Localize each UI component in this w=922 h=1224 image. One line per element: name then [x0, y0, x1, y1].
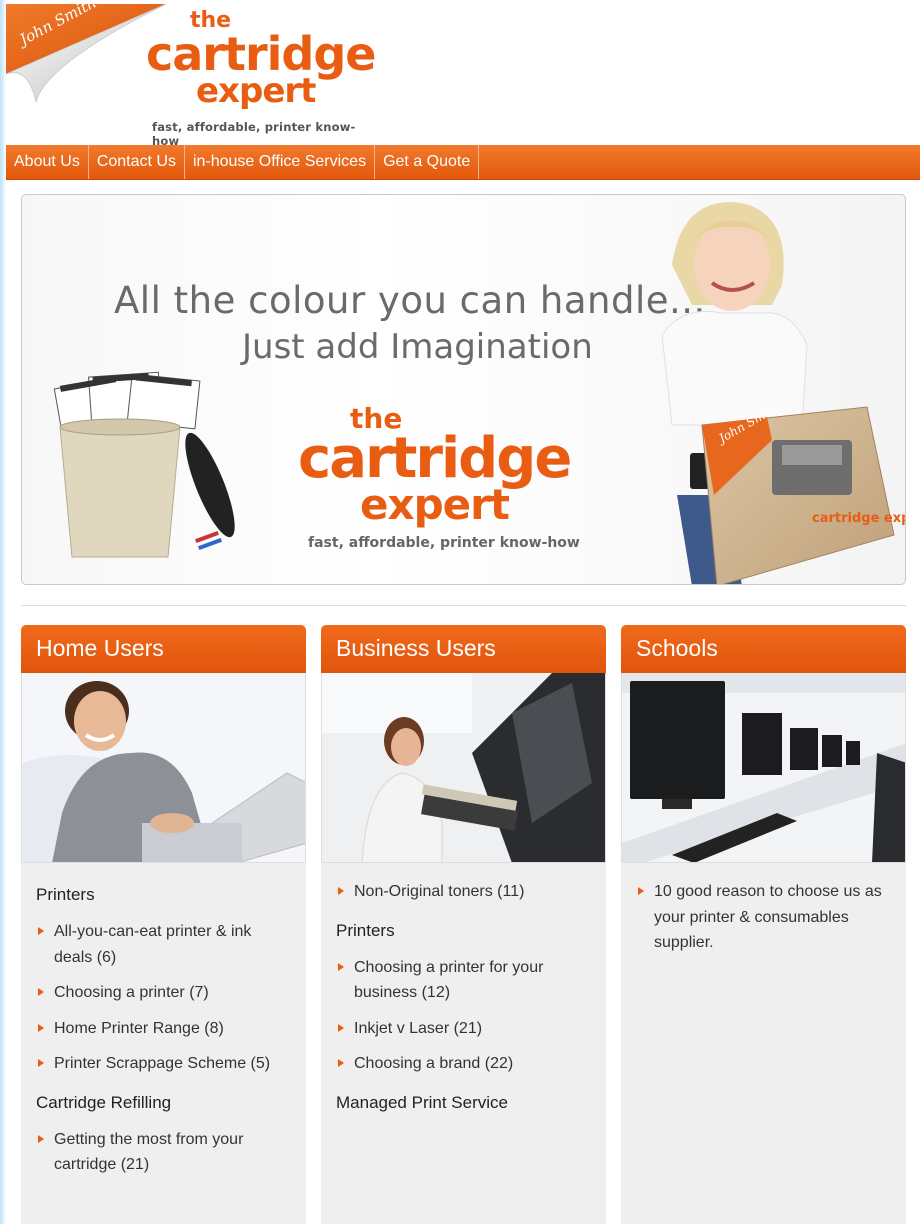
- home-users-title[interactable]: Home Users: [21, 625, 306, 673]
- list-item[interactable]: Home Printer Range (8): [36, 1016, 291, 1042]
- banner-logo-cartridge: cartridge: [298, 426, 572, 491]
- link-choosing-printer-business[interactable]: Choosing a printer for your business (12…: [354, 959, 543, 1002]
- section-title-cartridge-refilling[interactable]: Cartridge Refilling: [36, 1093, 291, 1113]
- banner-subheadline: Just add Imagination: [242, 327, 593, 367]
- schools-title[interactable]: Schools: [621, 625, 906, 673]
- divider: [21, 605, 906, 606]
- link-inkjet-v-laser[interactable]: Inkjet v Laser (21): [354, 1020, 482, 1037]
- business-users-title[interactable]: Business Users: [321, 625, 606, 673]
- logo-tagline: fast, affordable, printer know-how: [152, 120, 356, 148]
- business-users-body: Non-Original toners (11) Printers Choosi…: [321, 863, 606, 1224]
- home-users-body: Printers All-you-can-eat printer & ink d…: [21, 863, 306, 1224]
- schools-link-list: 10 good reason to choose us as your prin…: [636, 879, 891, 956]
- banner-logo: the cartridge expert fast, affordable, p…: [298, 405, 598, 552]
- link-home-printer-range[interactable]: Home Printer Range (8): [54, 1020, 224, 1037]
- box-logo: cartridge expert: [812, 511, 906, 526]
- printers-link-list: All-you-can-eat printer & ink deals (6) …: [36, 919, 291, 1077]
- link-non-original-toners[interactable]: Non-Original toners (11): [354, 883, 524, 900]
- banner-headline: All the colour you can handle...: [114, 279, 706, 322]
- banner-logo-expert: expert: [360, 480, 510, 529]
- girl-with-printer-box-photo: John Smith cartridge expert: [661, 202, 906, 584]
- waste-bin-illustration: [53, 371, 235, 558]
- business-printers-link-list: Choosing a printer for your business (12…: [336, 955, 591, 1077]
- home-users-panel: Home Users Printers All-you-can-eat prin…: [21, 625, 306, 1224]
- home-users-photo: [21, 673, 306, 863]
- link-choosing-a-printer[interactable]: Choosing a printer (7): [54, 984, 209, 1001]
- business-users-panel: Business Users Non-Original toners (11) …: [321, 625, 606, 1224]
- link-all-you-can-eat[interactable]: All-you-can-eat printer & ink deals (6): [54, 923, 251, 966]
- list-item[interactable]: Non-Original toners (11): [336, 879, 591, 905]
- business-users-photo: [321, 673, 606, 863]
- page-curl-badge: [6, 4, 166, 103]
- hero-banner: All the colour you can handle... Just ad…: [21, 194, 906, 585]
- list-item[interactable]: 10 good reason to choose us as your prin…: [636, 879, 891, 956]
- logo-cartridge: cartridge: [146, 27, 377, 81]
- nav-about-us[interactable]: About Us: [6, 145, 89, 179]
- refilling-link-list: Getting the most from your cartridge (21…: [36, 1127, 291, 1178]
- nav-get-a-quote[interactable]: Get a Quote: [375, 145, 480, 179]
- list-item[interactable]: Choosing a printer (7): [36, 980, 291, 1006]
- list-item[interactable]: Getting the most from your cartridge (21…: [36, 1127, 291, 1178]
- schools-photo: [621, 673, 906, 863]
- list-item[interactable]: Inkjet v Laser (21): [336, 1016, 591, 1042]
- page: John Smith the cartridge expert fast, af…: [6, 0, 920, 1224]
- list-item[interactable]: All-you-can-eat printer & ink deals (6): [36, 919, 291, 970]
- site-logo[interactable]: the cartridge expert fast, affordable, p…: [146, 10, 377, 149]
- schools-panel: Schools 10 good reason to choose us as y…: [621, 625, 906, 1224]
- list-item[interactable]: Printer Scrappage Scheme (5): [36, 1051, 291, 1077]
- link-getting-the-most[interactable]: Getting the most from your cartridge (21…: [54, 1131, 243, 1174]
- link-printer-scrappage[interactable]: Printer Scrappage Scheme (5): [54, 1055, 270, 1072]
- schools-body: 10 good reason to choose us as your prin…: [621, 863, 906, 1224]
- site-header: John Smith the cartridge expert fast, af…: [6, 0, 920, 149]
- link-10-good-reasons[interactable]: 10 good reason to choose us as your prin…: [654, 883, 882, 951]
- list-item[interactable]: Choosing a brand (22): [336, 1051, 591, 1077]
- section-title-managed-print[interactable]: Managed Print Service: [336, 1093, 591, 1113]
- list-item[interactable]: Choosing a printer for your business (12…: [336, 955, 591, 1006]
- banner-logo-tagline: fast, affordable, printer know-how: [308, 535, 580, 551]
- section-title-printers[interactable]: Printers: [336, 921, 591, 941]
- toners-link-list: Non-Original toners (11): [336, 879, 591, 905]
- nav-office-services[interactable]: in-house Office Services: [185, 145, 376, 179]
- link-choosing-a-brand[interactable]: Choosing a brand (22): [354, 1055, 513, 1072]
- main-nav: About Us Contact Us in-house Office Serv…: [6, 145, 920, 180]
- nav-contact-us[interactable]: Contact Us: [89, 145, 185, 179]
- section-title-printers[interactable]: Printers: [36, 885, 291, 905]
